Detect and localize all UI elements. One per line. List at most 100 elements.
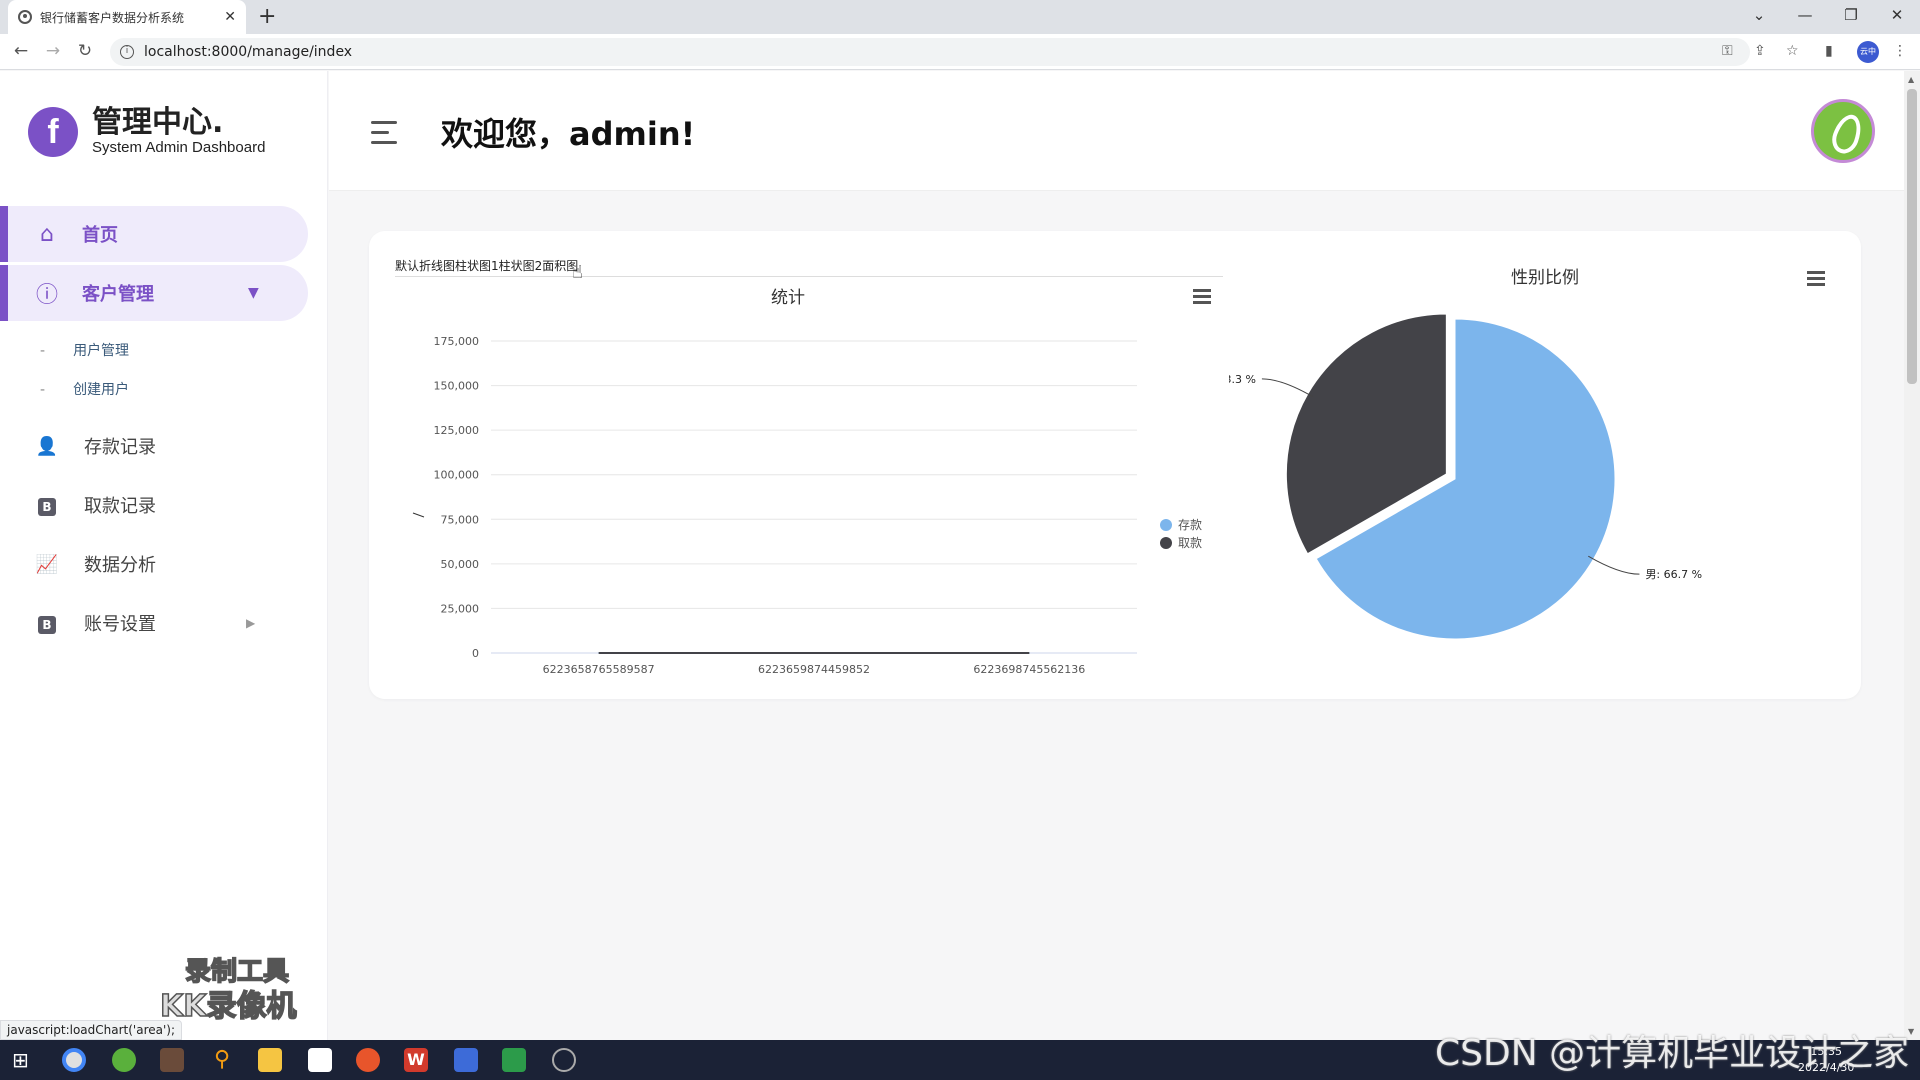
recorder-watermark-line2: KK录像机	[159, 988, 297, 1025]
sidebar-subitem-create-user[interactable]: - 创建用户	[40, 379, 129, 399]
search-icon[interactable]: ⚲	[210, 1048, 234, 1072]
sidebar-item-account-settings[interactable]: B 账号设置 ▶	[34, 603, 255, 643]
sidebar-item-label: 客户管理	[82, 284, 154, 305]
app-icon[interactable]	[160, 1048, 184, 1072]
chart-switch-bar2[interactable]: 柱状图2	[499, 259, 543, 273]
excel-icon[interactable]	[502, 1048, 526, 1072]
info-icon: ⓘ	[35, 283, 58, 308]
chart-type-switch: 默认折线图柱状图1柱状图2面积图	[395, 257, 1223, 277]
stats-area-chart: 175,000 150,000 125,000 100,000 75,000 50,000…	[412, 335, 1202, 676]
side-panel-icon[interactable]: ▮	[1825, 43, 1833, 59]
user-avatar[interactable]	[1811, 99, 1875, 163]
legend-label: 取款	[1178, 536, 1202, 550]
sidebar-subitem-user-management[interactable]: - 用户管理	[40, 340, 129, 360]
app-icon[interactable]	[308, 1048, 332, 1072]
caret-right-icon: ▶	[246, 616, 256, 630]
tab-search-icon[interactable]: ⌄	[1736, 0, 1782, 34]
chrome-icon[interactable]	[62, 1048, 86, 1072]
user-check-icon: 👤	[35, 435, 59, 457]
app-icon[interactable]	[552, 1048, 576, 1072]
hand-cursor-icon: ☝	[572, 262, 583, 283]
sidebar-item-label: 数据分析	[84, 555, 156, 576]
brand-title: 管理中心.	[92, 105, 224, 140]
top-header: 欢迎您，admin!	[329, 71, 1904, 191]
forward-arrow-icon[interactable]: →	[42, 41, 64, 61]
file-explorer-icon[interactable]	[258, 1048, 282, 1072]
minimize-button[interactable]: —	[1782, 0, 1828, 34]
sidebar-item-label: 账号设置	[84, 614, 156, 635]
restore-button[interactable]: ❐	[1828, 0, 1874, 34]
password-key-icon[interactable]: ⚿	[1722, 43, 1733, 59]
x-tick-label: 6223658765589587	[543, 663, 655, 676]
browser-tab[interactable]: 银行储蓄客户数据分析系统 ✕	[8, 0, 246, 34]
caret-down-icon: ▼	[248, 285, 259, 301]
sidebar: f 管理中心. System Admin Dashboard ⌂ 首页 ⓘ 客户…	[0, 71, 328, 1040]
chart-switch-line[interactable]: 默认折线图	[395, 259, 455, 273]
legend-label: 存款	[1178, 518, 1202, 532]
browser-menu-icon[interactable]: ⋮	[1893, 43, 1907, 59]
data-label-connector	[1588, 555, 1640, 575]
page-scrollbar[interactable]: ▲ ▼	[1904, 71, 1920, 1040]
bookmark-star-icon[interactable]: ☆	[1786, 43, 1799, 59]
browser-toolbar: ← → ↻ i localhost:8000/manage/index ⚿ ⇪ …	[0, 34, 1920, 70]
menu-toggle-icon[interactable]	[371, 121, 397, 151]
tab-title: 银行储蓄客户数据分析系统	[40, 10, 185, 25]
address-bar[interactable]: i localhost:8000/manage/index	[110, 38, 1750, 66]
profile-avatar[interactable]: 云中	[1857, 41, 1879, 63]
y-tick-label: 50,000	[441, 558, 480, 571]
csdn-watermark: CSDN @计算机毕业设计之家	[1435, 1033, 1910, 1074]
browser-status-url: javascript:loadChart('area');	[0, 1020, 183, 1040]
line-chart-icon: 📈	[35, 553, 59, 575]
pycharm-leaf-icon[interactable]	[112, 1048, 136, 1072]
back-arrow-icon[interactable]: ←	[10, 41, 32, 61]
reload-icon[interactable]: ↻	[74, 41, 96, 61]
app-icon[interactable]	[356, 1048, 380, 1072]
app-icon[interactable]	[454, 1048, 478, 1072]
sidebar-subitem-label: 创建用户	[73, 382, 130, 398]
legend-marker	[1160, 537, 1172, 549]
scrollbar-thumb[interactable]	[1907, 89, 1917, 384]
new-tab-button[interactable]: +	[258, 4, 276, 30]
sidebar-subitem-label: 用户管理	[73, 343, 130, 359]
y-tick-label: 125,000	[434, 424, 480, 437]
x-tick-label: 6223659874459852	[758, 663, 870, 676]
sidebar-item-label: 取款记录	[84, 496, 156, 517]
close-window-button[interactable]: ✕	[1874, 0, 1920, 34]
browser-tab-strip: 银行储蓄客户数据分析系统 ✕ + ⌄ — ❐ ✕	[0, 0, 1920, 34]
site-favicon-icon	[18, 10, 32, 24]
y-tick-label: 150,000	[434, 380, 480, 393]
pie-data-label: 女: 33.3 %	[1229, 372, 1256, 386]
y-tick-label: 25,000	[441, 602, 480, 615]
scroll-up-icon[interactable]: ▲	[1908, 75, 1914, 84]
sidebar-item-withdrawal-records[interactable]: B 取款记录	[34, 485, 156, 525]
share-icon[interactable]: ⇪	[1754, 43, 1766, 59]
y-tick-label: 100,000	[434, 469, 480, 482]
pie-data-label: 男: 66.7 %	[1645, 568, 1702, 581]
windows-start-icon[interactable]: ⊞	[12, 1048, 36, 1072]
y-tick-label: 75,000	[441, 513, 480, 526]
home-icon: ⌂	[40, 221, 54, 247]
gender-pie-chart: 男: 66.7 % 女: 33.3 %	[1229, 313, 1702, 640]
y-tick-label: 0	[472, 647, 479, 660]
axis-artifact	[412, 512, 425, 518]
sidebar-item-data-analysis[interactable]: 📈 数据分析	[34, 544, 156, 584]
chart-card: 默认折线图柱状图1柱状图2面积图 统计 175,000 150,000 125,00…	[369, 231, 1861, 699]
brand-logo: f	[28, 107, 78, 157]
tab-close-icon[interactable]: ✕	[224, 9, 236, 25]
sidebar-item-deposit-records[interactable]: 👤 存款记录	[34, 426, 156, 466]
data-label-connector	[1261, 378, 1314, 398]
sidebar-item-home[interactable]: ⌂ 首页	[0, 206, 308, 262]
chart-switch-bar1[interactable]: 柱状图1	[455, 259, 499, 273]
wps-icon[interactable]: W	[404, 1048, 428, 1072]
b-box-icon: B	[34, 613, 60, 634]
legend-marker	[1160, 519, 1172, 531]
welcome-heading: 欢迎您，admin!	[441, 115, 696, 153]
y-tick-label: 175,000	[434, 335, 480, 348]
site-info-icon[interactable]: i	[120, 45, 134, 59]
brand-subtitle: System Admin Dashboard	[92, 139, 266, 156]
sidebar-item-customer-management[interactable]: ⓘ 客户管理 ▼	[0, 265, 308, 321]
sidebar-item-label: 首页	[82, 225, 118, 246]
b-box-icon: B	[34, 495, 60, 516]
x-tick-label: 6223698745562136	[973, 663, 1085, 676]
url-text: localhost:8000/manage/index	[144, 44, 353, 60]
